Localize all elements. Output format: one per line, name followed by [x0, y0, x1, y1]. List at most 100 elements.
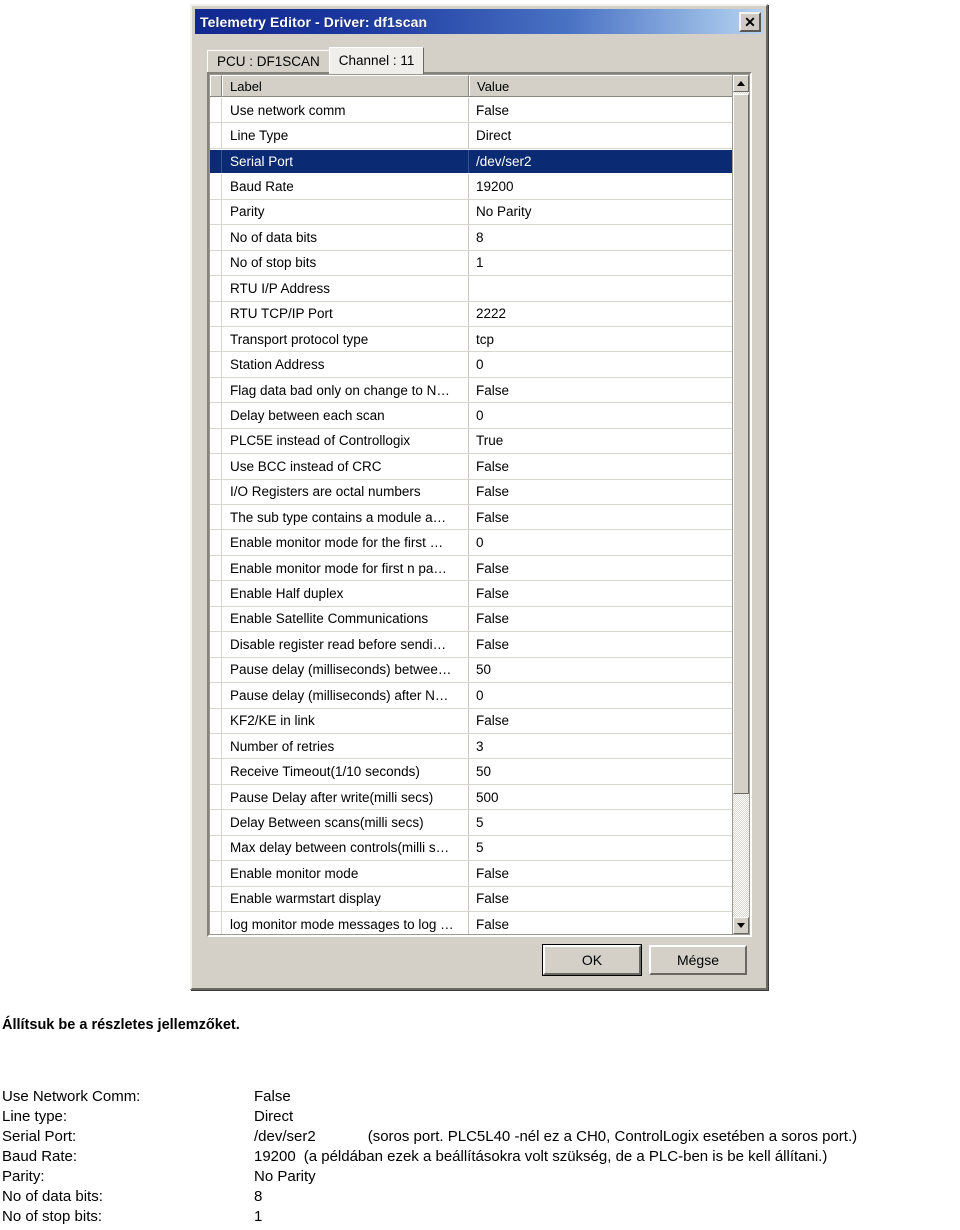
table-row[interactable]: KF2/KE in link False	[210, 708, 735, 734]
grid-header-label[interactable]: Label	[222, 75, 469, 96]
table-row[interactable]: Enable Satellite Communications False	[210, 606, 735, 633]
scroll-up-arrow-icon[interactable]	[733, 75, 749, 92]
table-row[interactable]: Line Type Direct	[210, 123, 735, 149]
row-value[interactable]: 19200	[469, 174, 735, 198]
row-label: Delay between each scan	[222, 403, 469, 428]
grid-header-row: Label Value	[210, 75, 749, 97]
row-value[interactable]: False	[469, 912, 735, 934]
row-value[interactable]: No Parity	[469, 200, 735, 224]
grid-vertical-scrollbar[interactable]	[732, 75, 749, 934]
row-gutter	[210, 708, 222, 733]
tab-pcu-df1scan[interactable]: PCU : DF1SCAN	[207, 50, 330, 73]
row-value[interactable]: tcp	[469, 327, 735, 351]
row-value[interactable]: 2222	[469, 302, 735, 326]
triangle-up-icon	[737, 81, 745, 86]
row-value[interactable]: False	[469, 454, 735, 478]
row-value[interactable]: False	[469, 556, 735, 580]
row-value[interactable]: False	[469, 480, 735, 504]
table-row[interactable]: Disable register read before sendi… False	[210, 632, 735, 658]
row-value[interactable]: True	[469, 429, 735, 453]
row-value[interactable]: False	[469, 581, 735, 605]
triangle-down-icon	[737, 923, 745, 928]
row-gutter	[210, 581, 222, 606]
table-row[interactable]: Flag data bad only on change to N… False	[210, 377, 735, 404]
document-heading: Állítsuk be a részletes jellemzőket.	[2, 1017, 240, 1033]
row-value[interactable]: 50	[469, 658, 735, 682]
row-value[interactable]: False	[469, 505, 735, 529]
cancel-button[interactable]: Mégse	[649, 945, 747, 975]
grid-body: Use network comm False Line Type Direct Seri…	[210, 98, 735, 934]
spec-row: No of data bits: 8	[2, 1187, 958, 1207]
table-row[interactable]: The sub type contains a module a… False	[210, 505, 735, 531]
row-value[interactable]: False	[469, 607, 735, 631]
table-row[interactable]: Pause delay (milliseconds) after N… 0	[210, 683, 735, 709]
table-row[interactable]: Enable monitor mode for the first … 0	[210, 530, 735, 556]
row-gutter	[210, 657, 222, 683]
table-row[interactable]: Baud Rate 19200	[210, 174, 735, 200]
row-gutter	[210, 530, 222, 555]
table-row[interactable]: Receive Timeout(1/10 seconds) 50	[210, 759, 735, 785]
table-row[interactable]: Parity No Parity	[210, 199, 735, 226]
close-icon[interactable]: ✕	[739, 11, 761, 32]
table-row[interactable]: Delay between each scan 0	[210, 403, 735, 429]
scrollbar-thumb[interactable]	[733, 94, 749, 794]
row-gutter	[210, 428, 222, 454]
table-row[interactable]: Use network comm False	[210, 98, 735, 124]
table-row[interactable]: Max delay between controls(milli s… 5	[210, 835, 735, 862]
table-row[interactable]: Enable warmstart display False	[210, 886, 735, 912]
row-value[interactable]: 5	[469, 836, 735, 860]
row-value[interactable]	[469, 276, 735, 300]
row-value[interactable]: False	[469, 887, 735, 911]
table-row[interactable]: No of data bits 8	[210, 225, 735, 251]
row-value[interactable]: Direct	[469, 123, 735, 147]
scrollbar-track[interactable]	[733, 92, 749, 917]
table-row[interactable]: Pause Delay after write(milli secs) 500	[210, 784, 735, 811]
row-value[interactable]: 0	[469, 683, 735, 707]
table-row[interactable]: Station Address 0	[210, 352, 735, 378]
row-value[interactable]: False	[469, 378, 735, 402]
table-row[interactable]: Enable Half duplex False	[210, 581, 735, 607]
row-value[interactable]: 1	[469, 251, 735, 275]
row-value[interactable]: 50	[469, 759, 735, 783]
row-value[interactable]: 0	[469, 352, 735, 376]
table-row[interactable]: I/O Registers are octal numbers False	[210, 479, 735, 505]
ok-button[interactable]: OK	[542, 944, 642, 976]
table-row[interactable]: PLC5E instead of Controllogix True	[210, 428, 735, 455]
dialog-button-bar: OK Mégse	[193, 944, 765, 976]
table-row[interactable]: RTU I/P Address	[210, 276, 735, 302]
table-row[interactable]: No of stop bits 1	[210, 250, 735, 277]
properties-grid: Label Value Use network comm False Line Ty…	[209, 74, 750, 935]
row-value[interactable]: False	[469, 709, 735, 733]
table-row[interactable]: Serial Port/dev/ser2	[210, 148, 735, 175]
table-row[interactable]: Transport protocol type tcp	[210, 326, 735, 353]
table-row[interactable]: Number of retries 3	[210, 733, 735, 760]
tab-channel-11[interactable]: Channel : 11	[328, 47, 425, 74]
row-value[interactable]: 500	[469, 785, 735, 809]
table-row[interactable]: log monitor mode messages to log … False	[210, 912, 735, 934]
scroll-down-arrow-icon[interactable]	[733, 917, 749, 934]
row-gutter	[210, 632, 222, 657]
grid-header-gutter	[210, 75, 222, 96]
table-row[interactable]: Use BCC instead of CRC False	[210, 454, 735, 480]
row-value[interactable]: 3	[469, 734, 735, 758]
table-row[interactable]: Delay Between scans(milli secs) 5	[210, 810, 735, 836]
row-value[interactable]: 5	[469, 810, 735, 834]
grid-header-value[interactable]: Value	[469, 75, 749, 96]
row-gutter	[210, 174, 222, 199]
row-value[interactable]: False	[469, 861, 735, 885]
row-label: Enable warmstart display	[222, 886, 469, 911]
table-row[interactable]: Enable monitor mode False	[210, 861, 735, 887]
row-value[interactable]: 0	[469, 530, 735, 554]
row-value[interactable]: 8	[469, 225, 735, 249]
row-label: Enable Half duplex	[222, 581, 469, 606]
table-row[interactable]: RTU TCP/IP Port 2222	[210, 301, 735, 327]
row-value[interactable]: 0	[469, 403, 735, 427]
row-value[interactable]: False	[469, 98, 735, 122]
table-row[interactable]: Pause delay (milliseconds) betwee… 50	[210, 657, 735, 684]
row-gutter	[210, 123, 222, 148]
table-row[interactable]: Enable monitor mode for first n pa… False	[210, 555, 735, 582]
row-value[interactable]: False	[469, 632, 735, 656]
row-label: Line Type	[222, 123, 469, 148]
row-value[interactable]: /dev/ser2	[469, 149, 735, 174]
title-bar[interactable]: Telemetry Editor - Driver: df1scan ✕	[195, 9, 763, 34]
